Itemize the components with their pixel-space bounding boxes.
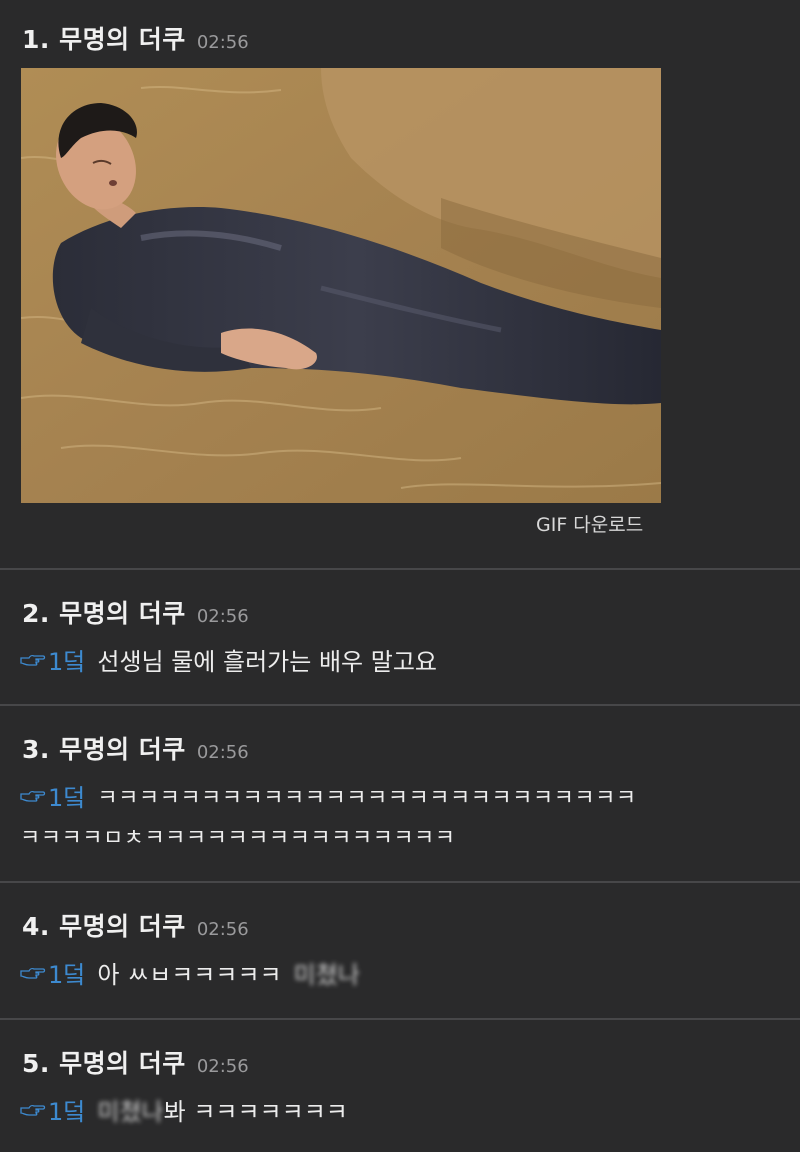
comment-header: 2. 무명의 더쿠 02:56 <box>22 594 249 630</box>
comment-author: 5. 무명의 더쿠 <box>22 1049 186 1078</box>
reply-reference-link[interactable]: 1덬 <box>20 778 85 813</box>
reply-reference-label[interactable]: 1덬 <box>48 778 85 813</box>
comment-time: 02:56 <box>196 919 249 940</box>
comment-header: 4. 무명의 더쿠 02:56 <box>22 907 249 943</box>
comment-3: 3. 무명의 더쿠 02:56 1덬 ㅋㅋㅋㅋㅋㅋㅋㅋㅋㅋㅋㅋㅋㅋㅋㅋㅋㅋㅋㅋㅋ… <box>0 706 800 883</box>
pointing-hand-icon <box>20 967 46 979</box>
comment-1: 1. 무명의 더쿠 02:56 GIF 다운로드 <box>0 0 800 570</box>
comment-body: 1덬 ㅋㅋㅋㅋㅋㅋㅋㅋㅋㅋㅋㅋㅋㅋㅋㅋㅋㅋㅋㅋㅋㅋㅋㅋㅋㅋ <box>20 778 637 813</box>
gif-illustration <box>21 68 661 503</box>
pointing-hand-icon <box>20 654 46 666</box>
blurred-text: 미쳤나 <box>97 1098 164 1126</box>
blurred-text: 미쳤나 <box>293 961 360 989</box>
comment-author: 4. 무명의 더쿠 <box>22 912 186 941</box>
comment-text-line-2: ㅋㅋㅋㅋㅁㅊㅋㅋㅋㅋㅋㅋㅋㅋㅋㅋㅋㅋㅋㅋㅋ <box>20 820 456 852</box>
comment-author: 1. 무명의 더쿠 <box>22 25 186 54</box>
comment-5: 5. 무명의 더쿠 02:56 1덬 미쳤나 봐 ㅋㅋㅋㅋㅋㅋㅋ <box>0 1020 800 1152</box>
comment-text-line-1: ㅋㅋㅋㅋㅋㅋㅋㅋㅋㅋㅋㅋㅋㅋㅋㅋㅋㅋㅋㅋㅋㅋㅋㅋㅋㅋ <box>97 785 637 811</box>
reply-reference-link[interactable]: 1덬 <box>20 955 85 990</box>
gif-download-link[interactable]: GIF 다운로드 <box>536 510 643 537</box>
reply-reference-link[interactable]: 1덬 <box>20 642 85 677</box>
comment-2: 2. 무명의 더쿠 02:56 1덬 선생님 물에 흘러가는 배우 말고요 <box>0 570 800 706</box>
comment-text-line-2-content: ㅋㅋㅋㅋㅁㅊㅋㅋㅋㅋㅋㅋㅋㅋㅋㅋㅋㅋㅋㅋㅋ <box>20 826 456 851</box>
comment-author: 3. 무명의 더쿠 <box>22 735 186 764</box>
reply-reference-label[interactable]: 1덬 <box>48 955 85 990</box>
pointing-hand-icon <box>20 1104 46 1116</box>
comment-body: 1덬 미쳤나 봐 ㅋㅋㅋㅋㅋㅋㅋ <box>20 1092 348 1127</box>
comment-time: 02:56 <box>196 1056 249 1077</box>
pointing-hand-icon <box>20 790 46 802</box>
comment-time: 02:56 <box>196 606 249 627</box>
comment-body: 1덬 선생님 물에 흘러가는 배우 말고요 <box>20 642 437 677</box>
comment-time: 02:56 <box>196 32 249 53</box>
comment-header: 3. 무명의 더쿠 02:56 <box>22 730 249 766</box>
comment-header: 1. 무명의 더쿠 02:56 <box>22 20 249 56</box>
comment-body: 1덬 아 ㅆㅂㅋㅋㅋㅋㅋ 미쳤나 <box>20 955 360 990</box>
reply-reference-link[interactable]: 1덬 <box>20 1092 85 1127</box>
reply-reference-label[interactable]: 1덬 <box>48 642 85 677</box>
comment-text: 아 ㅆㅂㅋㅋㅋㅋㅋ <box>97 961 282 989</box>
reply-reference-label[interactable]: 1덬 <box>48 1092 85 1127</box>
comment-4: 4. 무명의 더쿠 02:56 1덬 아 ㅆㅂㅋㅋㅋㅋㅋ 미쳤나 <box>0 883 800 1020</box>
gif-image[interactable] <box>21 68 661 503</box>
comment-text: 봐 ㅋㅋㅋㅋㅋㅋㅋ <box>163 1098 348 1126</box>
comment-time: 02:56 <box>196 742 249 763</box>
comment-header: 5. 무명의 더쿠 02:56 <box>22 1044 249 1080</box>
comment-author: 2. 무명의 더쿠 <box>22 599 186 628</box>
comment-text: 선생님 물에 흘러가는 배우 말고요 <box>97 648 437 676</box>
